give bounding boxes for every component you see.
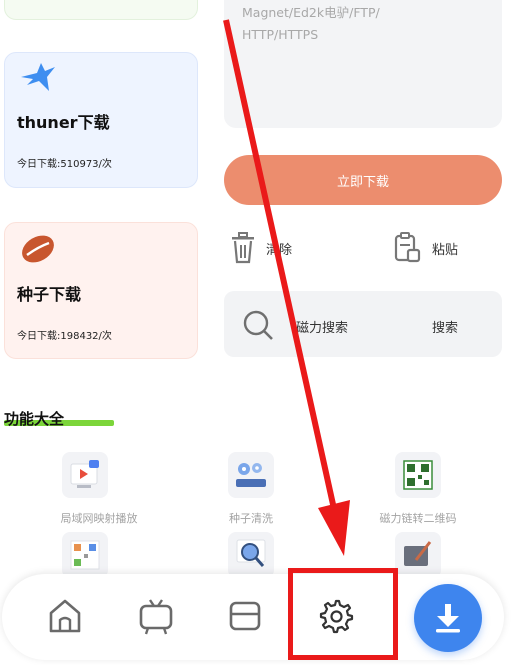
annotation-arrow <box>223 19 350 556</box>
highlight-box <box>288 568 398 660</box>
